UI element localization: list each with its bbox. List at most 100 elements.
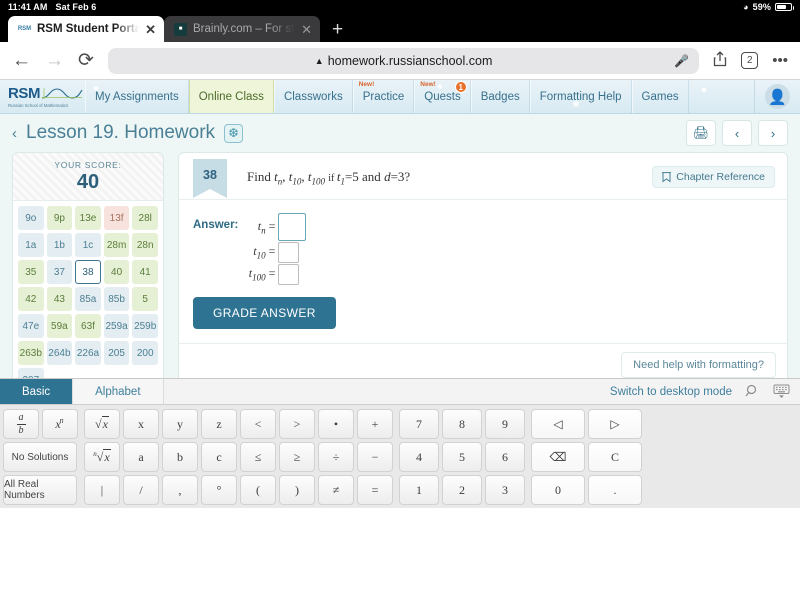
problem-cell[interactable]: 28l: [132, 206, 158, 230]
chapter-reference-button[interactable]: Chapter Reference: [652, 166, 775, 188]
problem-cell[interactable]: 85a: [75, 287, 101, 311]
problem-cell[interactable]: 13f: [104, 206, 130, 230]
problem-cell[interactable]: 264b: [47, 341, 73, 365]
nav-item-games[interactable]: Games: [632, 80, 689, 113]
avatar-container[interactable]: 👤: [754, 80, 800, 113]
key-[interactable]: °: [201, 475, 237, 505]
problem-cell[interactable]: 1a: [18, 233, 44, 257]
key-1[interactable]: 1: [399, 475, 439, 505]
keyboard-tab-basic[interactable]: Basic: [0, 379, 73, 404]
share-icon[interactable]: [713, 51, 727, 71]
problem-cell[interactable]: 205: [104, 341, 130, 365]
problem-cell[interactable]: 42: [18, 287, 44, 311]
browser-tab-active[interactable]: RSM RSM Student Portal – Ass ✕: [8, 16, 164, 42]
keyboard-tab-alphabet[interactable]: Alphabet: [73, 379, 163, 404]
close-icon[interactable]: ✕: [301, 23, 312, 36]
key-cursor-right[interactable]: ▷: [588, 409, 642, 439]
key-zero[interactable]: 0: [531, 475, 585, 505]
key-7[interactable]: 7: [399, 409, 439, 439]
key-5[interactable]: 5: [442, 442, 482, 472]
rsm-logo[interactable]: RSM Russian School of Mathematics: [0, 80, 85, 113]
key-[interactable]: ): [279, 475, 315, 505]
key-fraction[interactable]: ab: [3, 409, 39, 439]
new-tab-button[interactable]: +: [320, 18, 355, 42]
problem-cell[interactable]: 1c: [75, 233, 101, 257]
answer-input-tn[interactable]: [278, 213, 306, 241]
avatar[interactable]: 👤: [765, 84, 790, 109]
nav-item-formatting-help[interactable]: Formatting Help: [530, 80, 632, 113]
back-icon[interactable]: ←: [12, 51, 31, 70]
problem-cell[interactable]: 35: [18, 260, 44, 284]
key-a[interactable]: a: [123, 442, 159, 472]
key-2[interactable]: 2: [442, 475, 482, 505]
problem-cell[interactable]: 263b: [18, 341, 44, 365]
key-decimal[interactable]: .: [588, 475, 642, 505]
nav-item-my-assignments[interactable]: My Assignments: [85, 80, 189, 113]
key-[interactable]: +: [357, 409, 393, 439]
problem-cell[interactable]: 1b: [47, 233, 73, 257]
address-bar[interactable]: ▲ homework.russianschool.com 🎤: [108, 48, 699, 74]
browser-tab-inactive[interactable]: ■ Brainly.com – For student ✕: [164, 16, 320, 42]
answer-input-t10[interactable]: [278, 242, 299, 263]
hide-keyboard-icon[interactable]: [773, 384, 790, 399]
nav-item-online-class[interactable]: Online Class: [189, 80, 274, 113]
prev-problem-icon[interactable]: ‹: [722, 120, 752, 146]
microphone-icon[interactable]: 🎤: [674, 54, 689, 68]
key-[interactable]: •: [318, 409, 354, 439]
problem-cell[interactable]: 28m: [104, 233, 130, 257]
key-[interactable]: ≤: [240, 442, 276, 472]
key-y[interactable]: y: [162, 409, 198, 439]
key-[interactable]: ÷: [318, 442, 354, 472]
key-z[interactable]: z: [201, 409, 237, 439]
problem-cell[interactable]: 9p: [47, 206, 73, 230]
nav-item-classworks[interactable]: Classworks: [274, 80, 353, 113]
close-icon[interactable]: ✕: [145, 23, 156, 36]
answer-input-t100[interactable]: [278, 264, 299, 285]
more-options-icon[interactable]: •••: [772, 52, 788, 69]
key-[interactable]: (: [240, 475, 276, 505]
key-[interactable]: −: [357, 442, 393, 472]
problem-cell[interactable]: 200: [132, 341, 158, 365]
key-4[interactable]: 4: [399, 442, 439, 472]
switch-desktop-mode-link[interactable]: Switch to desktop mode: [610, 386, 732, 398]
key-[interactable]: =: [357, 475, 393, 505]
problem-cell[interactable]: 259a: [104, 314, 130, 338]
nav-item-badges[interactable]: Badges: [471, 80, 530, 113]
forward-icon[interactable]: →: [45, 51, 64, 70]
magnifier-icon[interactable]: [745, 384, 760, 399]
problem-cell[interactable]: 63f: [75, 314, 101, 338]
key-all-real-numbers[interactable]: All Real Numbers: [3, 475, 77, 505]
key-[interactable]: >: [279, 409, 315, 439]
problem-cell[interactable]: 38: [75, 260, 101, 284]
key-clear[interactable]: C: [588, 442, 642, 472]
key-power[interactable]: xn: [42, 409, 78, 439]
key-c[interactable]: c: [201, 442, 237, 472]
problem-cell[interactable]: 226a: [75, 341, 101, 365]
key-x[interactable]: x: [123, 409, 159, 439]
key-no-solutions[interactable]: No Solutions: [3, 442, 77, 472]
tab-count-button[interactable]: 2: [741, 52, 758, 69]
grade-answer-button[interactable]: GRADE ANSWER: [193, 297, 336, 329]
problem-cell[interactable]: 13e: [75, 206, 101, 230]
problem-cell[interactable]: 47e: [18, 314, 44, 338]
key-[interactable]: ,: [162, 475, 198, 505]
reload-icon[interactable]: ⟳: [78, 51, 94, 70]
problem-cell[interactable]: 41: [132, 260, 158, 284]
key-b[interactable]: b: [162, 442, 198, 472]
problem-cell[interactable]: 9o: [18, 206, 44, 230]
print-icon[interactable]: 🖨: [686, 120, 716, 146]
lesson-back-icon[interactable]: ‹: [12, 125, 17, 142]
problem-cell[interactable]: 37: [47, 260, 73, 284]
problem-cell[interactable]: 43: [47, 287, 73, 311]
key-[interactable]: ≥: [279, 442, 315, 472]
key-x[interactable]: √x: [84, 409, 120, 439]
key-[interactable]: ≠: [318, 475, 354, 505]
key-3[interactable]: 3: [485, 475, 525, 505]
nav-item-quests[interactable]: New! Quests 1: [414, 80, 470, 113]
key-[interactable]: /: [123, 475, 159, 505]
snowflake-icon[interactable]: ❆: [224, 124, 243, 143]
problem-cell[interactable]: 85b: [104, 287, 130, 311]
problem-cell[interactable]: 5: [132, 287, 158, 311]
problem-cell[interactable]: 40: [104, 260, 130, 284]
key-8[interactable]: 8: [442, 409, 482, 439]
